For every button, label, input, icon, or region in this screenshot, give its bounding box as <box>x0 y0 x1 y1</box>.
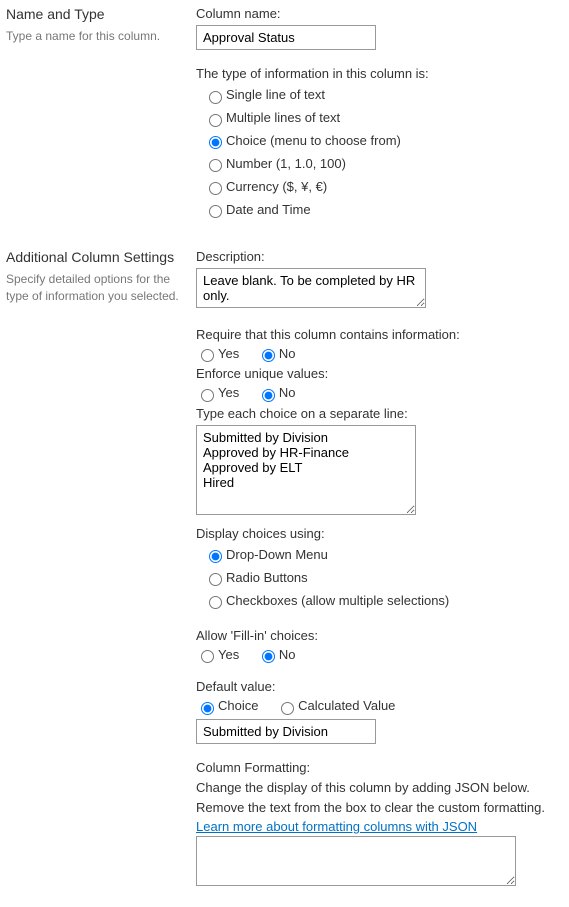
enforce-label: Enforce unique values: <box>196 366 563 381</box>
column-name-label: Column name: <box>196 6 563 21</box>
require-no-label: No <box>279 346 296 361</box>
display-radio-dropdown[interactable] <box>209 550 222 563</box>
description-label: Description: <box>196 249 563 264</box>
require-label: Require that this column contains inform… <box>196 327 563 342</box>
enforce-no-radio[interactable] <box>262 389 275 402</box>
display-label: Display choices using: <box>196 526 563 541</box>
format-label: Column Formatting: <box>196 760 563 775</box>
format-json-textarea[interactable] <box>196 836 516 886</box>
format-text-1: Change the display of this column by add… <box>196 779 563 797</box>
display-label-checkbox: Checkboxes (allow multiple selections) <box>226 593 449 608</box>
choices-textarea[interactable] <box>196 425 416 515</box>
enforce-yes-radio[interactable] <box>201 389 214 402</box>
section-desc: Specify detailed options for the type of… <box>6 271 186 305</box>
display-radio-checkbox[interactable] <box>209 596 222 609</box>
column-name-input[interactable] <box>196 25 376 50</box>
choices-label: Type each choice on a separate line: <box>196 406 563 421</box>
type-intro-label: The type of information in this column i… <box>196 66 563 81</box>
section-header: Additional Column Settings Specify detai… <box>6 249 196 889</box>
default-choice-radio[interactable] <box>201 702 214 715</box>
display-radio-radio[interactable] <box>209 573 222 586</box>
section-additional-settings: Additional Column Settings Specify detai… <box>6 249 563 889</box>
section-name-and-type: Name and Type Type a name for this colum… <box>6 6 563 237</box>
type-radio-number[interactable] <box>209 159 222 172</box>
section-title: Name and Type <box>6 6 186 22</box>
type-radio-datetime[interactable] <box>209 205 222 218</box>
require-yes-radio[interactable] <box>201 349 214 362</box>
enforce-yes-label: Yes <box>218 385 239 400</box>
fillin-no-radio[interactable] <box>262 650 275 663</box>
display-label-radio: Radio Buttons <box>226 570 308 585</box>
enforce-no-label: No <box>279 385 296 400</box>
description-textarea[interactable] <box>196 268 426 308</box>
type-label-choice: Choice (menu to choose from) <box>226 133 401 148</box>
default-value-input[interactable] <box>196 719 376 744</box>
type-radio-multi-line[interactable] <box>209 114 222 127</box>
default-calc-radio[interactable] <box>281 702 294 715</box>
default-calc-label: Calculated Value <box>298 698 395 713</box>
type-radio-single-line[interactable] <box>209 91 222 104</box>
format-link[interactable]: Learn more about formatting columns with… <box>196 819 477 834</box>
section-header: Name and Type Type a name for this colum… <box>6 6 196 237</box>
format-text-2: Remove the text from the box to clear th… <box>196 799 563 817</box>
type-label-multi-line: Multiple lines of text <box>226 110 340 125</box>
type-radio-currency[interactable] <box>209 182 222 195</box>
default-label: Default value: <box>196 679 563 694</box>
type-label-datetime: Date and Time <box>226 202 311 217</box>
type-label-number: Number (1, 1.0, 100) <box>226 156 346 171</box>
fillin-no-label: No <box>279 647 296 662</box>
fillin-yes-radio[interactable] <box>201 650 214 663</box>
default-choice-label: Choice <box>218 698 258 713</box>
fillin-yes-label: Yes <box>218 647 239 662</box>
fillin-label: Allow 'Fill-in' choices: <box>196 628 563 643</box>
type-label-single-line: Single line of text <box>226 87 325 102</box>
type-radio-choice[interactable] <box>209 136 222 149</box>
section-title: Additional Column Settings <box>6 249 186 265</box>
display-label-dropdown: Drop-Down Menu <box>226 547 328 562</box>
type-label-currency: Currency ($, ¥, €) <box>226 179 327 194</box>
require-no-radio[interactable] <box>262 349 275 362</box>
section-desc: Type a name for this column. <box>6 28 186 45</box>
require-yes-label: Yes <box>218 346 239 361</box>
